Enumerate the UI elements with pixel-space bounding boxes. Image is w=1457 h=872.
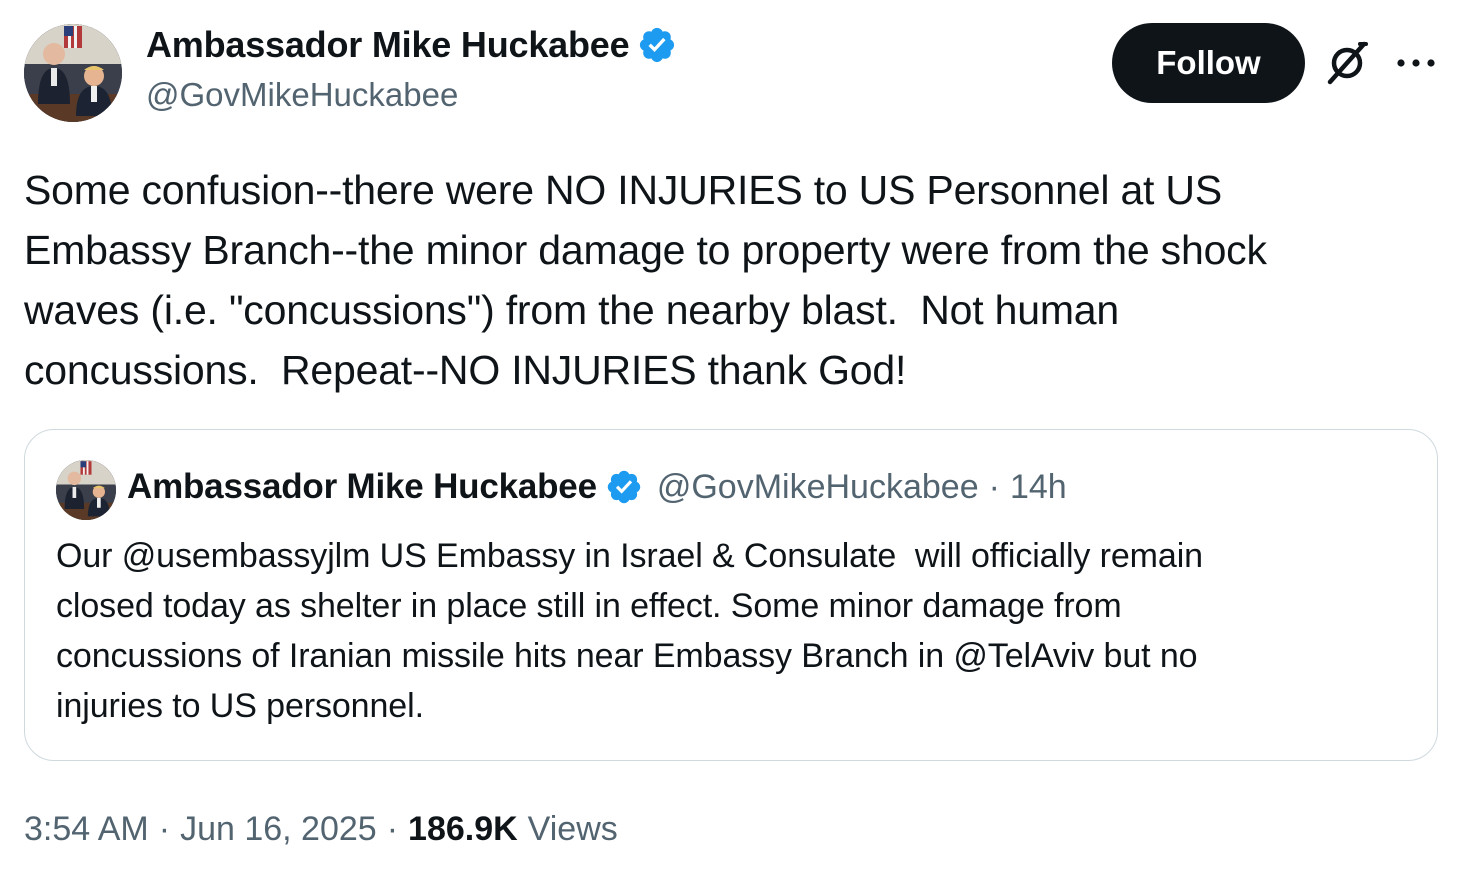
author-handle[interactable]: @GovMikeHuckabee xyxy=(146,76,458,114)
more-options-icon[interactable] xyxy=(1394,52,1438,74)
tweet-meta: 3:54 AM · Jun 16, 2025 · 186.9K Views xyxy=(24,810,618,849)
quoted-tweet-card[interactable]: Ambassador Mike Huckabee @GovMikeHuckabe… xyxy=(24,429,1438,761)
author-avatar[interactable] xyxy=(24,24,122,122)
verified-badge-icon[interactable] xyxy=(637,25,677,65)
quoted-tweet-text: Our @usembassyjlm US Embassy in Israel &… xyxy=(56,537,1203,725)
separator-dot: · xyxy=(158,810,171,848)
follow-button[interactable]: Follow xyxy=(1112,23,1305,103)
tweet-time[interactable]: 3:54 AM xyxy=(24,810,149,849)
author-display-name[interactable]: Ambassador Mike Huckabee xyxy=(146,24,630,66)
quoted-author-display-name[interactable]: Ambassador Mike Huckabee xyxy=(127,467,597,507)
grok-icon[interactable] xyxy=(1324,40,1370,86)
separator-dot: · xyxy=(988,467,1000,506)
quoted-tweet-time[interactable]: 14h xyxy=(1010,468,1067,507)
author-name-row: Ambassador Mike Huckabee xyxy=(146,24,677,66)
views-count[interactable]: 186.9K xyxy=(408,810,518,849)
separator-dot: · xyxy=(386,810,399,848)
quoted-tweet-header: Ambassador Mike Huckabee @GovMikeHuckabe… xyxy=(127,467,1067,507)
quoted-author-avatar[interactable] xyxy=(56,460,116,520)
tweet: Ambassador Mike Huckabee @GovMikeHuckabe… xyxy=(0,0,1457,872)
tweet-text: Some confusion--there were NO INJURIES t… xyxy=(24,167,1267,393)
verified-badge-icon xyxy=(605,468,643,506)
views-label[interactable]: Views xyxy=(528,810,618,849)
quoted-author-handle[interactable]: @GovMikeHuckabee xyxy=(657,468,979,507)
tweet-date[interactable]: Jun 16, 2025 xyxy=(180,810,377,849)
